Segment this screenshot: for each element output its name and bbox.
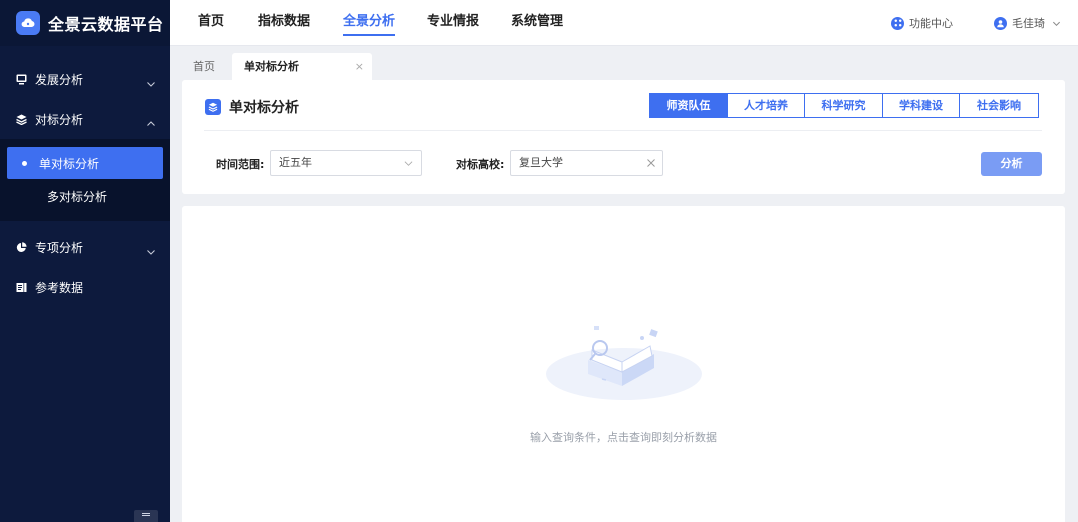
- tabs-bar: 首页 单对标分析 ×: [170, 46, 1078, 80]
- panel-title-text: 单对标分析: [229, 100, 299, 116]
- sidebar-item-reference[interactable]: 参考数据: [0, 267, 170, 307]
- collapse-sidebar-button[interactable]: [134, 510, 158, 522]
- brand-title: 全景云数据平台: [48, 15, 164, 34]
- benchmark-school-select[interactable]: 复旦大学: [510, 150, 663, 176]
- analyze-button[interactable]: 分析: [981, 152, 1042, 176]
- monitor-icon: [16, 74, 27, 85]
- sidebar-item-development[interactable]: 发展分析: [0, 59, 170, 99]
- clear-icon[interactable]: [646, 158, 656, 168]
- sidebar-item-label: 专项分析: [35, 240, 84, 255]
- layers-icon: [205, 99, 221, 115]
- sidebar-item-label: 对标分析: [35, 112, 84, 127]
- apps-icon: [891, 16, 904, 30]
- user-name: 毛佳琦: [1012, 17, 1045, 30]
- chevron-down-icon: [1052, 21, 1061, 26]
- segment-discipline[interactable]: 学科建设: [882, 93, 960, 118]
- sidebar-subitem-label: 多对标分析: [47, 189, 108, 204]
- sidebar-item-label: 发展分析: [35, 72, 84, 87]
- filter-card: 单对标分析 师资队伍 人才培养 科学研究 学科建设 社会影响 时间范围: 近五年…: [182, 80, 1065, 194]
- time-range-value: 近五年: [279, 156, 312, 169]
- sidebar-item-special[interactable]: 专项分析: [0, 227, 170, 267]
- function-center-label: 功能中心: [909, 17, 953, 30]
- cloud-icon: [16, 11, 40, 35]
- brand-header: 全景云数据平台: [0, 0, 170, 46]
- sidebar-menu: 发展分析 对标分析 单对标分析 多对标分析 专项分析 参考数据: [0, 46, 170, 307]
- benchmark-submenu: 单对标分析 多对标分析: [0, 139, 170, 221]
- chevron-down-icon: [147, 250, 155, 255]
- tab-home[interactable]: 首页: [193, 53, 215, 80]
- nav-item-panorama[interactable]: 全景分析: [343, 0, 396, 46]
- chevron-down-icon: [404, 161, 413, 166]
- time-range-select[interactable]: 近五年: [270, 150, 422, 176]
- nav-item-system[interactable]: 系统管理: [511, 0, 563, 46]
- benchmark-school-value: 复旦大学: [519, 156, 563, 169]
- sidebar-item-benchmark[interactable]: 对标分析: [0, 99, 170, 139]
- sidebar-subitem-single-benchmark[interactable]: 单对标分析: [7, 147, 163, 179]
- close-icon[interactable]: ×: [355, 53, 364, 80]
- document-icon: [16, 282, 27, 293]
- empty-state-message: 输入查询条件，点击查询即刻分析数据: [530, 431, 717, 444]
- segment-talent[interactable]: 人才培养: [727, 93, 805, 118]
- active-dot-icon: [22, 160, 27, 166]
- segment-social[interactable]: 社会影响: [959, 93, 1039, 118]
- chevron-down-icon: [147, 82, 155, 87]
- top-nav: 首页 指标数据 全景分析 专业情报 系统管理 功能中心 毛佳琦: [170, 0, 1078, 46]
- divider: [204, 130, 1042, 131]
- sidebar-item-label: 参考数据: [35, 280, 84, 295]
- user-menu[interactable]: 毛佳琦: [994, 0, 1061, 46]
- segment-research[interactable]: 科学研究: [804, 93, 883, 118]
- benchmark-school-label: 对标高校:: [456, 158, 505, 171]
- nav-item-home[interactable]: 首页: [198, 0, 224, 46]
- tab-single-benchmark[interactable]: 单对标分析 ×: [232, 53, 372, 80]
- nav-item-indicators[interactable]: 指标数据: [258, 0, 310, 46]
- sidebar: 全景云数据平台 发展分析 对标分析 单对标分析 多对标分析 专项分析 参考数据: [0, 0, 170, 522]
- function-center-button[interactable]: 功能中心: [891, 0, 953, 46]
- result-panel: 输入查询条件，点击查询即刻分析数据: [182, 206, 1065, 522]
- time-range-label: 时间范围:: [216, 158, 265, 171]
- sidebar-subitem-multi-benchmark[interactable]: 多对标分析: [7, 180, 163, 212]
- nav-item-intelligence[interactable]: 专业情报: [427, 0, 479, 46]
- pie-icon: [16, 241, 27, 253]
- dimension-segmented-control: 师资队伍 人才培养 科学研究 学科建设 社会影响: [649, 93, 1039, 118]
- user-avatar-icon: [994, 16, 1007, 30]
- sidebar-subitem-label: 单对标分析: [39, 156, 100, 171]
- panel-title: 单对标分析: [205, 97, 299, 117]
- tab-label: 单对标分析: [244, 60, 299, 73]
- segment-faculty[interactable]: 师资队伍: [649, 93, 728, 118]
- layers-icon: [16, 114, 27, 125]
- empty-state-book-icon: [546, 326, 702, 400]
- chevron-up-icon: [147, 121, 155, 126]
